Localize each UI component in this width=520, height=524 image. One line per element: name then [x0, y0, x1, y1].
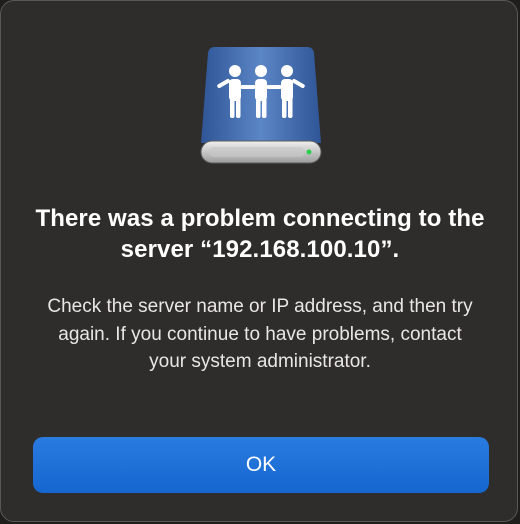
- ok-button[interactable]: OK: [33, 437, 489, 493]
- alert-dialog: There was a problem connecting to the se…: [0, 0, 518, 522]
- dialog-title: There was a problem connecting to the se…: [35, 205, 485, 263]
- dialog-message: Check the server name or IP address, and…: [47, 296, 473, 372]
- shared-server-drive-icon: [197, 43, 325, 167]
